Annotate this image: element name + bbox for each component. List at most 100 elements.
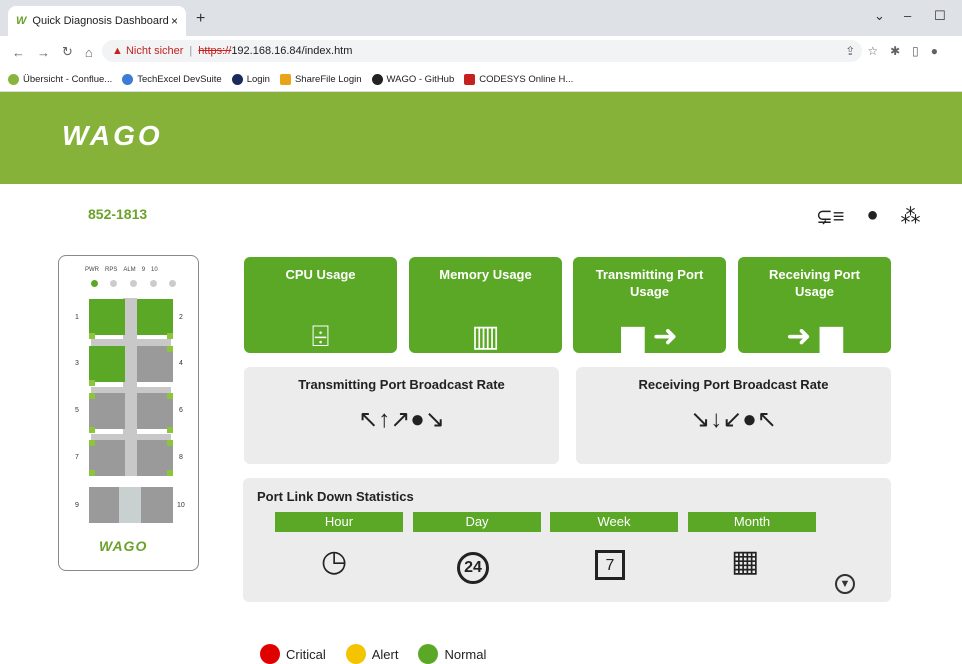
cpu-usage-label: CPU Usage (285, 267, 356, 282)
port-number-5: 5 (75, 407, 79, 414)
back-icon[interactable]: ← (12, 45, 25, 60)
legend-critical: Critical (260, 644, 326, 664)
port-number-3: 3 (75, 360, 79, 367)
bookmarks-bar: Übersicht - Conflue... TechExcel DevSuit… (0, 68, 962, 92)
user-icon[interactable]: ● (866, 204, 878, 229)
led-label-10: 10 (151, 267, 158, 273)
calendar-week-icon[interactable]: 7 (595, 550, 625, 580)
tab-strip: W Quick Diagnosis Dashboard × + ⌄ – ☐ (0, 0, 962, 36)
led-10 (169, 280, 176, 287)
port-link-down-panel: Port Link Down Statistics Hour Day Week … (243, 478, 891, 602)
new-tab-button[interactable]: + (196, 10, 205, 28)
port-2[interactable] (137, 299, 173, 335)
cpu-usage-tile[interactable]: CPU Usage ⌹ (244, 257, 397, 353)
period-hour-tab[interactable]: Hour (275, 512, 403, 532)
transmitting-broadcast-rate-label: Transmitting Port Broadcast Rate (298, 377, 505, 392)
broadcast-out-icon: ↖↑↗●↘ (358, 406, 445, 433)
maximize-button[interactable]: ☐ (934, 8, 946, 24)
port-number-1: 1 (75, 314, 79, 321)
transmitting-port-usage-label: Transmitting Port Usage (595, 267, 704, 299)
tab-search-icon[interactable]: ⌄ (874, 8, 885, 24)
toolbar-icons[interactable]: ⇪☆✱▯● (845, 44, 950, 58)
port-number-9: 9 (75, 502, 79, 509)
port-number-2: 2 (179, 314, 183, 321)
header-actions: ⊊≡ ● ⁂ (816, 204, 921, 229)
browser-chrome: W Quick Diagnosis Dashboard × + ⌄ – ☐ ← … (0, 0, 962, 92)
receiving-broadcast-rate-tile[interactable]: Receiving Port Broadcast Rate ↘↓↙●↖ (576, 367, 891, 464)
receiving-broadcast-rate-label: Receiving Port Broadcast Rate (638, 377, 829, 392)
port-9[interactable] (89, 487, 119, 523)
port-10[interactable] (141, 487, 173, 523)
port-number-4: 4 (179, 360, 183, 367)
calendar-month-icon[interactable]: ▦ (731, 544, 759, 579)
tab-title: Quick Diagnosis Dashboard (32, 15, 169, 27)
memory-module-icon: ▥ (471, 320, 500, 353)
bookmark-icon (8, 74, 19, 85)
warning-icon: ▲ (112, 45, 126, 57)
forward-icon[interactable]: → (37, 45, 50, 60)
receiving-port-usage-tile[interactable]: Receiving Port Usage ➜ ▆ (738, 257, 891, 353)
bookmark-confluence[interactable]: Übersicht - Conflue... (8, 74, 112, 85)
memory-usage-tile[interactable]: Memory Usage ▥ (409, 257, 562, 353)
minimize-button[interactable]: – (904, 8, 911, 23)
device-panel: PWR RPS ALM 9 10 1 2 3 4 5 6 7 8 9 10 WA… (58, 255, 199, 571)
period-month-tab[interactable]: Month (688, 512, 816, 532)
period-week-tab[interactable]: Week (550, 512, 678, 532)
security-warning[interactable]: Nicht sicher (126, 45, 183, 57)
network-topology-icon[interactable]: ⁂ (901, 204, 921, 229)
bookmark-github[interactable]: WAGO - GitHub (371, 74, 454, 85)
url-scheme: https:// (198, 45, 232, 57)
critical-dot-icon (260, 644, 280, 664)
led-9 (150, 280, 157, 287)
legend-normal: Normal (418, 644, 486, 664)
period-day-tab[interactable]: Day (413, 512, 541, 532)
port-number-7: 7 (75, 454, 79, 461)
bookmark-login[interactable]: Login (231, 74, 270, 85)
bookmark-codesys[interactable]: CODESYS Online H... (464, 74, 573, 85)
bookmark-techexcel[interactable]: TechExcel DevSuite (122, 74, 222, 85)
cpu-chip-icon: ⌹ (311, 320, 330, 353)
port-number-6: 6 (179, 407, 183, 414)
bookmark-icon (231, 74, 243, 85)
led-rps (110, 280, 117, 287)
bookmark-sharefile[interactable]: ShareFile Login (279, 74, 362, 85)
device-model: 852-1813 (88, 206, 148, 222)
transmitting-port-usage-tile[interactable]: Transmitting Port Usage ▆ ➜ (573, 257, 726, 353)
led-label-pwr: PWR (85, 267, 99, 273)
legend-alert: Alert (345, 644, 398, 664)
address-bar-row: ← → ↻ ⌂ ▲ Nicht sicher | https:// 192.16… (0, 36, 962, 68)
tab-close-icon[interactable]: × (171, 14, 178, 28)
receiving-port-usage-label: Receiving Port Usage (768, 267, 861, 299)
port-3[interactable] (89, 346, 125, 382)
github-icon (371, 74, 383, 85)
led-alm (130, 280, 137, 287)
port-link-down-title: Port Link Down Statistics (257, 489, 414, 504)
expand-down-icon[interactable]: ▼ (835, 574, 855, 594)
reload-icon[interactable]: ↻ (62, 44, 73, 60)
menu-list-icon[interactable]: ⊊≡ (816, 204, 844, 229)
led-pwr (91, 280, 98, 287)
home-icon[interactable]: ⌂ (85, 45, 93, 60)
transmitting-broadcast-rate-tile[interactable]: Transmitting Port Broadcast Rate ↖↑↗●↘ (244, 367, 559, 464)
port-1[interactable] (89, 299, 125, 335)
clock-icon[interactable]: ◷ (321, 544, 347, 579)
wago-favicon-icon: W (16, 15, 27, 27)
bookmark-icon (464, 74, 476, 85)
alert-dot-icon (345, 644, 366, 664)
port-number-10: 10 (177, 502, 185, 509)
normal-dot-icon (418, 644, 439, 664)
tab-quick-diagnosis[interactable]: W Quick Diagnosis Dashboard × (8, 6, 186, 36)
memory-usage-label: Memory Usage (439, 267, 532, 282)
ethernet-port-transmit-icon: ▆ ➜ (621, 320, 678, 353)
led-labels: PWR RPS ALM 9 10 (85, 267, 185, 273)
bookmark-icon (122, 74, 134, 85)
broadcast-in-icon: ↘↓↙●↖ (690, 406, 777, 433)
port-number-8: 8 (179, 454, 183, 461)
device-wago-logo: WAGO (99, 538, 148, 554)
24-hour-icon[interactable]: 24 (457, 552, 489, 584)
wago-logo: WAGO (62, 120, 163, 151)
status-legend: Critical Alert Normal (260, 644, 496, 664)
url-field[interactable]: ▲ Nicht sicher | https:// 192.168.16.84/… (102, 40, 862, 62)
led-label-rps: RPS (105, 267, 118, 273)
led-label-alm: ALM (123, 267, 136, 273)
